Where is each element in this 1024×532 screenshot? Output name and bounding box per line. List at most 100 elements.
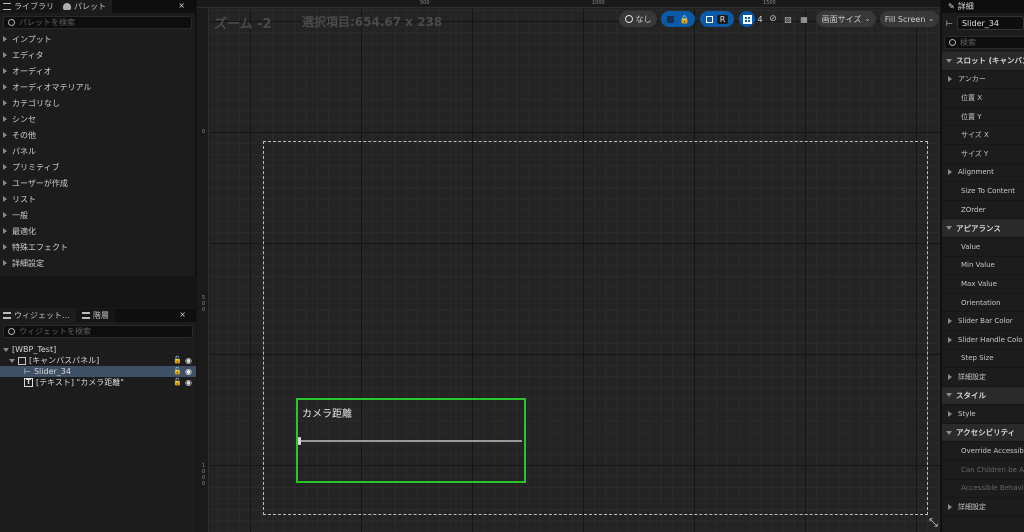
hierarchy-close-button[interactable]: × [179, 310, 186, 319]
section-label: スタイル [956, 390, 986, 400]
tree-item-text[interactable]: T [テキスト] "カメラ距離" 🔓 ◉ [0, 377, 196, 388]
landscape-icon[interactable]: ▦ [797, 11, 811, 27]
grid-snap-toggle[interactable] [739, 11, 755, 27]
expand-arrow-icon [3, 347, 9, 352]
palette-category-label: シンセ [12, 114, 36, 124]
details-section-header[interactable]: スタイル [942, 386, 1024, 406]
expand-arrow-icon [9, 358, 15, 363]
palette-category[interactable]: インプット [0, 31, 195, 47]
respect-locks-toggle[interactable]: R [700, 11, 734, 27]
palette-category[interactable]: プリミティブ [0, 159, 195, 175]
design-grid[interactable]: カメラ距離 ⤡ [210, 9, 940, 532]
widget-search[interactable] [3, 325, 193, 338]
screen-size-dropdown[interactable]: 画面サイズ ⌄ [816, 11, 876, 27]
tree-item-root[interactable]: [WBP_Test] [0, 344, 196, 355]
widget-name-field[interactable]: Slider_34 [956, 16, 1024, 30]
tab-widgets[interactable]: ウィジェット… [0, 309, 76, 322]
property-label: Accessible Behavi [961, 484, 1024, 493]
lock-icon[interactable]: 🔓 [173, 356, 182, 365]
selected-widget-outline[interactable]: カメラ距離 [296, 398, 526, 483]
details-property[interactable]: サイズ X [942, 126, 1024, 145]
details-property[interactable]: 位置 X [942, 89, 1024, 108]
eye-icon[interactable]: ◉ [185, 378, 192, 387]
palette-category[interactable]: シンセ [0, 111, 195, 127]
palette-close-button[interactable]: × [178, 1, 185, 10]
ruler-label: 1500 [763, 0, 776, 6]
palette-category-label: ユーザーが作成 [12, 178, 68, 188]
details-property-expandable[interactable]: アンカー [942, 71, 1024, 90]
grid-icon [742, 14, 752, 24]
palette-category[interactable]: 詳細設定 [0, 255, 195, 271]
section-label: アピアランス [956, 223, 1001, 233]
details-section-header[interactable]: アクセシビリティ [942, 423, 1024, 443]
image-icon[interactable]: ▨ [782, 11, 794, 27]
tab-library[interactable]: ライブラリ [0, 0, 60, 13]
palette-category[interactable]: その他 [0, 127, 195, 143]
tree-canvas-label: [キャンバスパネル] [29, 356, 100, 365]
expand-arrow-icon [3, 148, 7, 154]
palette-category[interactable]: オーディオ [0, 63, 195, 79]
fill-screen-dropdown[interactable]: Fill Screen ⌄ [880, 11, 939, 27]
details-property[interactable]: Size To Content [942, 182, 1024, 201]
designer-canvas[interactable]: 500 1000 1500 0 500 1000 カメラ距離 ⤡ ズーム -2 … [197, 0, 940, 532]
camera-distance-text[interactable]: カメラ距離 [302, 405, 352, 420]
tree-item-canvas-panel[interactable]: [キャンバスパネル] 🔓 ◉ [0, 355, 196, 366]
details-property-expandable[interactable]: Slider Bar Color [942, 312, 1024, 331]
tree-item-slider[interactable]: ⊢ Slider_34 🔓 ◉ [0, 366, 196, 377]
details-property[interactable]: Min Value [942, 257, 1024, 276]
details-property[interactable]: Accessible Behavi [942, 480, 1024, 499]
palette-category[interactable]: エディタ [0, 47, 195, 63]
details-property-expandable[interactable]: Style [942, 405, 1024, 424]
expand-arrow-icon [3, 52, 7, 58]
details-property-expandable[interactable]: 詳細設定 [942, 498, 1024, 517]
property-label: サイズ X [961, 131, 989, 140]
details-section-header[interactable]: アピアランス [942, 219, 1024, 238]
palette-category[interactable]: ユーザーが作成 [0, 175, 195, 191]
palette-category[interactable]: カテゴリなし [0, 95, 195, 111]
palette-category[interactable]: 最適化 [0, 223, 195, 239]
fill-screen-label: Fill Screen [884, 14, 926, 24]
resize-arrows-icon[interactable]: ⤡ [929, 516, 938, 530]
details-tab[interactable]: ✎ 詳細 [942, 0, 1024, 13]
palette-search[interactable] [3, 16, 192, 29]
palette-category[interactable]: オーディオマテリアル [0, 79, 195, 95]
palette-category[interactable]: パネル [0, 143, 195, 159]
details-property-expandable[interactable]: Alignment [942, 164, 1024, 183]
slider-handle[interactable] [298, 437, 301, 445]
palette-icon [63, 3, 71, 10]
details-property[interactable]: Step Size [942, 350, 1024, 369]
palette-category[interactable]: リスト [0, 191, 195, 207]
details-property[interactable]: Can Children be Ac [942, 461, 1024, 480]
localization-toggle[interactable]: なし [619, 11, 657, 27]
details-property[interactable]: Orientation [942, 294, 1024, 313]
world-toggle[interactable]: 🔒 [661, 11, 695, 27]
details-property[interactable]: Override Accessibi [942, 442, 1024, 462]
palette-category-label: 特殊エフェクト [12, 242, 68, 252]
pan-icon[interactable]: ⊘ [767, 11, 779, 27]
details-property-expandable[interactable]: 詳細設定 [942, 368, 1024, 387]
grid-size-value[interactable]: 4 [755, 11, 765, 27]
ruler-label: 1000 [592, 0, 605, 6]
zoom-label: ズーム -2 [214, 17, 272, 32]
palette-category[interactable]: 特殊エフェクト [0, 239, 195, 255]
eye-icon[interactable]: ◉ [185, 367, 192, 376]
details-search[interactable] [944, 36, 1024, 49]
palette-category[interactable]: 一般 [0, 207, 195, 223]
slider-track[interactable] [300, 440, 522, 442]
details-property[interactable]: Max Value [942, 275, 1024, 294]
widget-search-input[interactable] [19, 327, 169, 336]
eye-icon[interactable]: ◉ [185, 356, 192, 365]
details-property-expandable[interactable]: Slider Handle Colo [942, 331, 1024, 350]
details-search-input[interactable] [960, 38, 1020, 47]
palette-category-label: オーディオマテリアル [12, 82, 92, 92]
details-section-header[interactable]: スロット (キャンバス [942, 52, 1024, 71]
details-property[interactable]: 位置 Y [942, 108, 1024, 127]
tab-palette[interactable]: パレット [60, 0, 112, 13]
details-property[interactable]: ZOrder [942, 201, 1024, 220]
details-property[interactable]: サイズ Y [942, 145, 1024, 164]
lock-icon[interactable]: 🔓 [173, 367, 182, 376]
lock-icon[interactable]: 🔓 [173, 378, 182, 387]
tab-hierarchy[interactable]: 階層 [76, 309, 115, 322]
details-property[interactable]: Value [942, 238, 1024, 257]
palette-search-input[interactable] [19, 18, 169, 27]
